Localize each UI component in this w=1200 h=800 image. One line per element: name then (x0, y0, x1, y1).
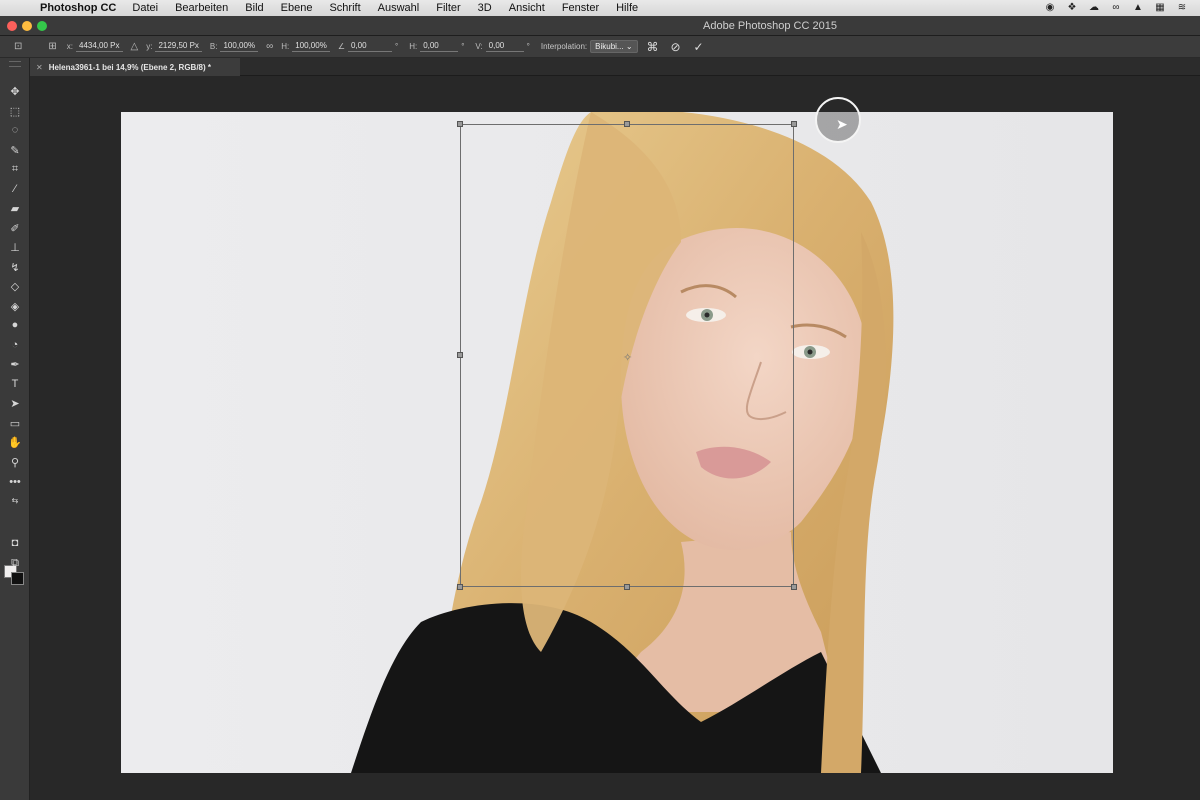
menu-ansicht[interactable]: Ansicht (509, 2, 545, 14)
document-tab-bar: ✕ Helena3961-1 bei 14,9% (Ebene 2, RGB/8… (30, 58, 1200, 76)
height-field[interactable]: 100,00% (292, 41, 330, 52)
v-skew-unit: ° (526, 42, 530, 51)
blur-tool-icon[interactable]: ● (6, 317, 24, 333)
screen-mode-icon[interactable]: ⧉ (6, 555, 24, 571)
mac-menu-bar: Photoshop CC Datei Bearbeiten Bild Ebene… (0, 0, 1200, 16)
eraser-tool-icon[interactable]: ◇ (6, 278, 24, 294)
menu-datei[interactable]: Datei (132, 2, 158, 14)
menu-fenster[interactable]: Fenster (562, 2, 599, 14)
pen-tool-icon[interactable]: ✒ (6, 356, 24, 372)
menu-auswahl[interactable]: Auswahl (378, 2, 420, 14)
dodge-tool-icon[interactable]: ◔ (6, 337, 24, 353)
move-tool-icon[interactable]: ✥ (6, 83, 24, 99)
h-skew-field[interactable]: 0,00 (420, 41, 459, 52)
x-label: x: (66, 42, 74, 51)
v-skew-label: V: (475, 42, 483, 51)
document-tab[interactable]: ✕ Helena3961-1 bei 14,9% (Ebene 2, RGB/8… (30, 58, 240, 76)
tools-panel: ✥ ⬚ ◌ ✎ ⌗ ⁄ ▰ ✐ ⊥ ↯ ◇ ◈ ● ◔ ✒ T ➤ ▭ ✋ ⚲ … (0, 58, 30, 800)
interpolation-value: Bikubi... (595, 42, 624, 51)
angle-icon: ∠ (337, 42, 345, 51)
window-title: Adobe Photoshop CC 2015 (703, 20, 837, 32)
brush-tool-icon[interactable]: ✐ (6, 220, 24, 236)
menu-ebene[interactable]: Ebene (281, 2, 313, 14)
stamp-tool-icon[interactable]: ⊥ (6, 239, 24, 255)
angle-unit: ° (394, 42, 399, 51)
quick-select-tool-icon[interactable]: ✎ (6, 142, 24, 158)
v-skew-field[interactable]: 0,00 (485, 41, 524, 52)
menu-3d[interactable]: 3D (478, 2, 492, 14)
window-title-bar: Adobe Photoshop CC 2015 (0, 16, 1200, 36)
panel-grip[interactable] (9, 61, 21, 67)
h-skew-label: H: (409, 42, 418, 51)
tool-preset-icon[interactable]: ⊡ (14, 41, 22, 52)
height-label: H: (281, 42, 290, 51)
y-label: y: (146, 42, 153, 51)
drive-icon[interactable]: ▲ (1132, 1, 1144, 13)
status-icons: ◉ ❖ ☁ ∞ ▲ ▦ ≋ (1044, 1, 1188, 13)
transform-handle-top-right[interactable] (791, 121, 797, 127)
interpolation-select[interactable]: Bikubi... ⌄ (590, 40, 638, 53)
h-skew-unit: ° (461, 42, 465, 51)
menu-bearbeiten[interactable]: Bearbeiten (175, 2, 228, 14)
swap-colors-icon[interactable]: ⇆ (6, 492, 24, 508)
history-brush-tool-icon[interactable]: ↯ (6, 259, 24, 275)
zoom-tool-icon[interactable]: ⚲ (6, 454, 24, 470)
lasso-tool-icon[interactable]: ◌ (6, 122, 24, 138)
transform-handle-top[interactable] (624, 121, 630, 127)
transform-options-bar: ⊡ ⊞ x: 4434,00 Px △ y: 2129,50 Px B: 100… (0, 36, 1200, 58)
reference-point-icon[interactable]: ⊞ (48, 41, 56, 52)
marquee-tool-icon[interactable]: ⬚ (6, 103, 24, 119)
menu-schrift[interactable]: Schrift (329, 2, 360, 14)
path-select-tool-icon[interactable]: ➤ (6, 395, 24, 411)
eyedropper-tool-icon[interactable]: ⁄ (6, 181, 24, 197)
document-title: Helena3961-1 bei 14,9% (Ebene 2, RGB/8) … (48, 62, 211, 72)
transform-handle-bottom-right[interactable] (791, 584, 797, 590)
transform-handle-left[interactable] (457, 352, 463, 358)
transform-center-point-icon[interactable]: ✧ (623, 351, 632, 364)
warp-mode-icon[interactable]: ⌘ (645, 39, 661, 55)
menu-bild[interactable]: Bild (245, 2, 263, 14)
interpolation-label: Interpolation: (540, 42, 588, 51)
close-document-icon[interactable]: ✕ (36, 63, 43, 72)
angle-field[interactable]: 0,00 (347, 41, 392, 52)
y-position-field[interactable]: 2129,50 Px (155, 41, 202, 52)
transform-handle-top-left[interactable] (457, 121, 463, 127)
relative-position-icon[interactable]: △ (131, 41, 139, 52)
cloud-icon[interactable]: ☁ (1088, 1, 1100, 13)
background-color-swatch[interactable] (11, 572, 24, 585)
transform-handle-bottom-left[interactable] (457, 584, 463, 590)
creative-cloud-icon[interactable]: ∞ (1110, 1, 1122, 13)
width-field[interactable]: 100,00% (220, 41, 259, 52)
menu-hilfe[interactable]: Hilfe (616, 2, 638, 14)
move-cursor-icon: ➤ (836, 116, 848, 132)
menu-filter[interactable]: Filter (436, 2, 460, 14)
width-label: B: (209, 42, 218, 51)
quick-mask-icon[interactable]: ◘ (6, 535, 24, 551)
wifi-icon[interactable]: ≋ (1176, 1, 1188, 13)
gradient-tool-icon[interactable]: ◈ (6, 298, 24, 314)
menu-extra-icon[interactable]: ▦ (1154, 1, 1166, 13)
hand-tool-icon[interactable]: ✋ (6, 434, 24, 450)
commit-transform-icon[interactable]: ✓ (691, 39, 707, 55)
crop-tool-icon[interactable]: ⌗ (6, 161, 24, 177)
cancel-transform-icon[interactable]: ⊘ (668, 39, 684, 55)
type-tool-icon[interactable]: T (6, 376, 24, 392)
x-position-field[interactable]: 4434,00 Px (76, 41, 123, 52)
dropbox-icon[interactable]: ❖ (1066, 1, 1078, 13)
rectangle-tool-icon[interactable]: ▭ (6, 415, 24, 431)
transform-handle-bottom[interactable] (624, 584, 630, 590)
link-icon[interactable]: ∞ (266, 41, 273, 52)
healing-brush-tool-icon[interactable]: ▰ (6, 200, 24, 216)
app-menu[interactable]: Photoshop CC (40, 2, 116, 14)
more-tools-icon[interactable]: ••• (6, 474, 24, 490)
record-icon[interactable]: ◉ (1044, 1, 1056, 13)
